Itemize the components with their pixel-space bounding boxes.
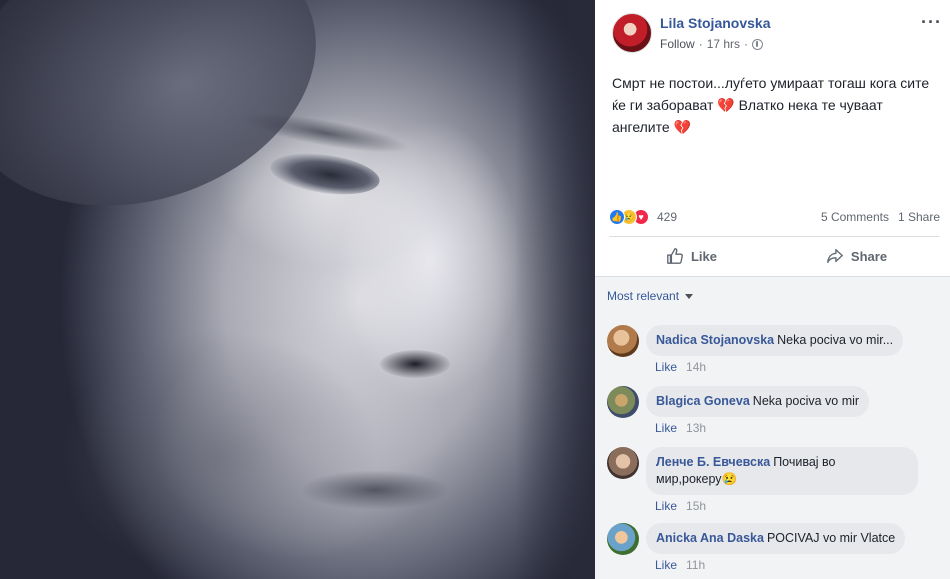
more-options-icon[interactable]: ··· [921,13,942,31]
shares-count-link[interactable]: 1 Share [898,210,940,224]
post-text: Смрт не постои...луѓето умираат тогаш ко… [612,72,937,138]
commenter-name[interactable]: Nadica Stojanovska [656,333,774,347]
photo-edge-shade [515,0,595,579]
share-arrow-icon [827,249,843,263]
comment-like-link[interactable]: Like [655,421,677,435]
commenter-name[interactable]: Ленче Б. Евчевска [656,455,770,469]
comment-footer: Like 14h [655,360,706,374]
post-header: Lila Stojanovska Follow · 17 hrs · ··· [612,13,942,57]
post-side-panel: Lila Stojanovska Follow · 17 hrs · ··· С… [595,0,950,579]
post-meta: Follow · 17 hrs · [660,37,764,51]
post-text-line2b: Влатко нека те чуваат [734,97,883,113]
post-photo[interactable] [0,0,595,579]
comments-section: Most relevant Nadica Stojanovska Neka poc… [595,276,950,579]
like-button-label: Like [690,248,717,264]
post-actions: Like Share [609,237,939,275]
reactions-summary: 👍 😢 ♥ 429 5 Comments 1 Share [609,207,940,227]
thumbs-up-icon [667,248,683,264]
globe-icon [752,38,764,50]
author-name[interactable]: Lila Stojanovska [660,15,770,31]
photo-lips [300,470,450,510]
comment-time[interactable]: 15h [686,499,706,513]
post-text-line1: Смрт не постои...луѓето умираат тогаш ко… [612,75,930,91]
photo-eye [267,147,383,201]
broken-heart-icon: 💔 [717,97,735,113]
follow-link[interactable]: Follow [660,37,695,51]
photo-beard-shadow [60,330,380,579]
comment-footer: Like 15h [655,499,706,513]
comment-text: POCIVAJ vo mir Vlatce [766,531,896,545]
post-timestamp[interactable]: 17 hrs [707,37,740,51]
sort-label: Most relevant [607,289,680,303]
comment-footer: Like 11h [655,558,705,572]
reaction-count[interactable]: 429 [657,210,677,224]
comment-like-link[interactable]: Like [655,499,677,513]
commenter-name[interactable]: Blagica Goneva [656,394,750,408]
broken-heart-icon: 💔 [673,119,691,135]
comment-text: Neka pociva vo mir... [777,333,894,347]
comment-time[interactable]: 11h [686,558,705,572]
post-text-line2a: ќе ги заборават [612,97,718,113]
comment-text-line1: Почивај во [773,455,836,469]
like-button[interactable]: Like [609,237,774,275]
meta-separator: · [744,37,749,51]
comment-bubble: Ленче Б. Евчевска Почивај во мир,рокеру😢 [646,447,918,495]
comment-bubble: Anicka Ana Daska POCIVAJ vo mir Vlatce [646,523,906,554]
comment-sort-dropdown[interactable]: Most relevant [607,289,694,303]
chevron-down-icon [685,293,694,299]
crying-face-icon: 😢 [721,472,738,486]
photo-nostril [380,350,450,378]
commenter-avatar[interactable] [607,523,639,555]
comment-time[interactable]: 13h [686,421,706,435]
comments-count-link[interactable]: 5 Comments [821,210,889,224]
comment-text: Neka pociva vo mir [752,394,860,408]
comment-bubble: Blagica Goneva Neka pociva vo mir [646,386,870,417]
comment-like-link[interactable]: Like [655,360,677,374]
comment-like-link[interactable]: Like [655,558,677,572]
commenter-avatar[interactable] [607,447,639,479]
share-button-label: Share [850,248,888,264]
comment-text-line2: мир,рокеру [656,472,722,486]
like-reaction-icon: 👍 [609,209,625,225]
commenter-name[interactable]: Anicka Ana Daska [656,531,764,545]
engagement-counts: 5 Comments 1 Share [821,210,940,224]
commenter-avatar[interactable] [607,386,639,418]
commenter-avatar[interactable] [607,325,639,357]
comment-bubble: Nadica Stojanovska Neka pociva vo mir... [646,325,904,356]
comment-footer: Like 13h [655,421,706,435]
meta-separator: · [698,37,703,51]
reaction-icons[interactable]: 👍 😢 ♥ [609,209,649,225]
comment-time[interactable]: 14h [686,360,706,374]
post-text-line3: ангелите [612,119,674,135]
author-avatar[interactable] [612,13,652,53]
share-button[interactable]: Share [774,237,939,275]
